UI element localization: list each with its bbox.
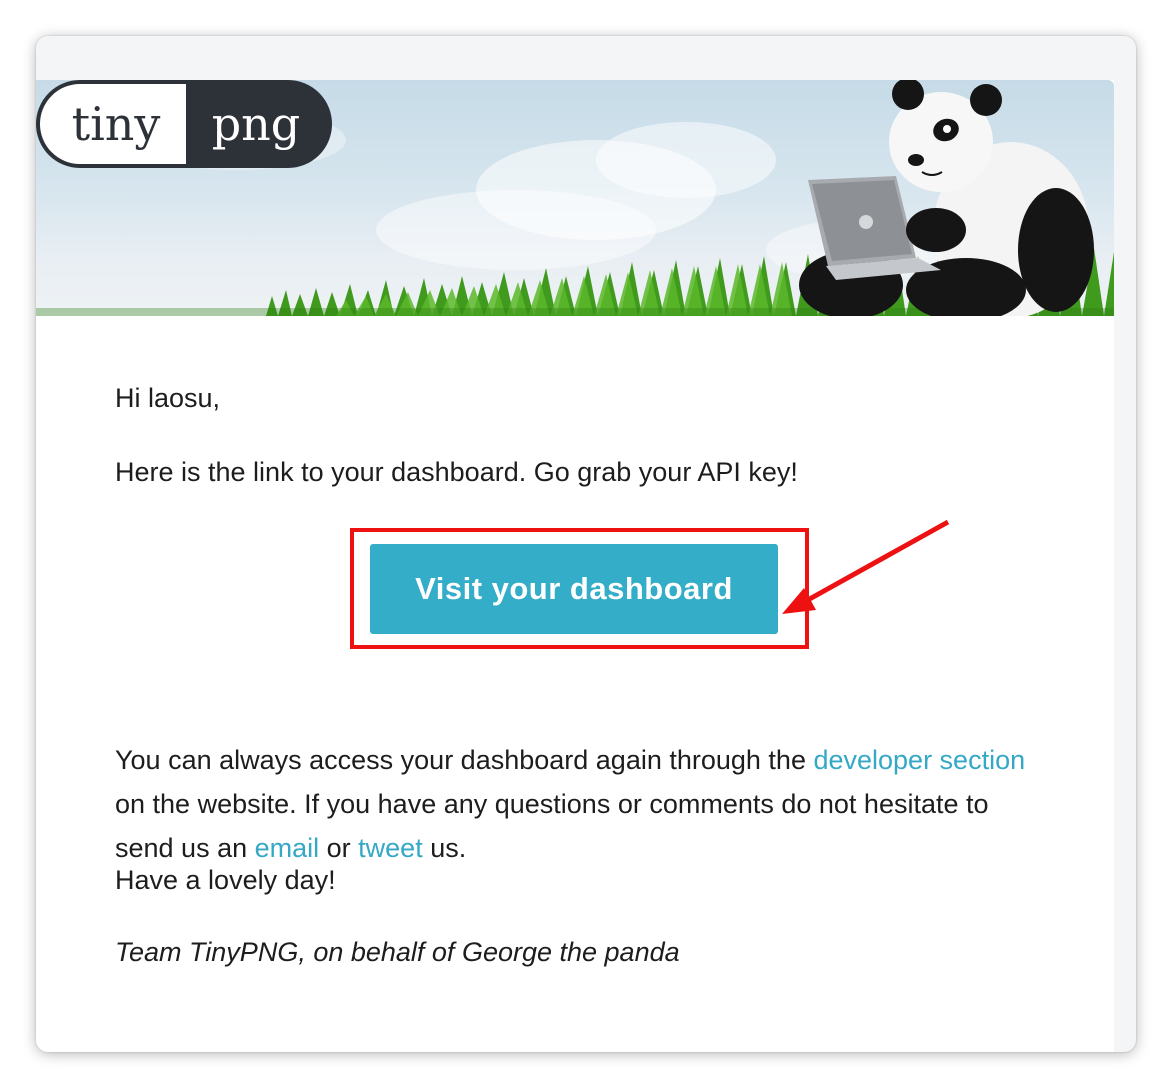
visit-dashboard-button[interactable]: Visit your dashboard bbox=[370, 544, 778, 634]
closing-text: Have a lovely day! bbox=[115, 865, 336, 895]
email-body: tiny png Hi laosu, Here is the link to y… bbox=[36, 80, 1114, 1052]
email-window: tiny png Hi laosu, Here is the link to y… bbox=[36, 36, 1136, 1052]
intro-text: Here is the link to your dashboard. Go g… bbox=[115, 457, 798, 487]
info-text-part1: You can always access your dashboard aga… bbox=[115, 745, 814, 775]
logo-text-left: tiny bbox=[72, 97, 161, 151]
header-banner: tiny png bbox=[36, 80, 1114, 316]
tinypng-logo: tiny png bbox=[36, 80, 332, 168]
tweet-link[interactable]: tweet bbox=[358, 833, 423, 863]
logo-text-right: png bbox=[212, 97, 301, 151]
signature-text: Team TinyPNG, on behalf of George the pa… bbox=[115, 937, 680, 967]
annotation-arrow-icon bbox=[782, 519, 950, 614]
info-text-part4: us. bbox=[422, 833, 467, 863]
greeting-text: Hi laosu, bbox=[115, 383, 221, 413]
info-paragraph: You can always access your dashboard aga… bbox=[115, 738, 1045, 870]
info-text-part2: on the website. If you have any question… bbox=[115, 789, 989, 863]
panda-icon bbox=[799, 80, 1094, 316]
developer-section-link[interactable]: developer section bbox=[813, 745, 1025, 775]
